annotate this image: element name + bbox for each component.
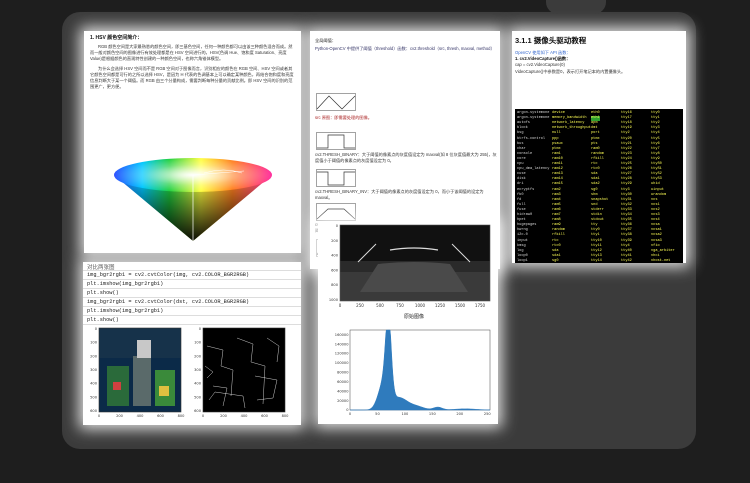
axis-tick-label: 500 — [376, 303, 384, 308]
axis-tick-label: 600 — [331, 268, 339, 272]
axis-tick-label: 150 — [429, 412, 437, 416]
code-line: plt.imshow(img_bgr2rgb1) — [83, 307, 301, 316]
axis-tick-label: 0 — [336, 224, 339, 228]
axis-tick-label: 250 — [356, 303, 364, 308]
doc-note: cv2.THRESH_BINARY_INV：大于阈值的像素点的灰度值设定为 0，… — [315, 189, 484, 201]
hsv-cone-image — [114, 158, 272, 241]
threshold-graph — [316, 169, 356, 187]
paragraph: RGB 颜色空间是大家最熟悉的颜色空间，即三基色空间，任何一种颜色都可以由该三种… — [90, 44, 293, 62]
axis-tick-label: 200 — [194, 354, 202, 358]
axis-tick-label: 600 — [194, 409, 202, 413]
doc-page-camera[interactable]: 3.1.1 摄像头驱动教程 OpenCV 使用如下 API 函数： 1. cv2… — [512, 31, 686, 263]
code-line: plt.show() — [83, 289, 301, 298]
threshold-graph — [316, 93, 356, 111]
doc-note: cv2.THRESH_BINARY：大于阈值的像素点的灰度值设定为 maxval… — [315, 152, 497, 164]
axis-tick-label: 300 — [90, 368, 98, 372]
terminal-cell: tty14 — [591, 258, 602, 263]
code-cells: img_bgr2rgb1 = cv2.cvtColor(img, cv2.COL… — [83, 270, 301, 325]
terminal-screenshot: argon-systemone device eth0 tty16 tty0 argon-… — [515, 109, 683, 263]
axis-tick-label: 0 — [98, 414, 101, 418]
terminal-cell: sg0 — [552, 258, 559, 263]
code-line: plt.show() — [83, 316, 301, 325]
axis-tick-label: 100 — [90, 341, 98, 345]
axis-tick-label: 400 — [331, 254, 339, 258]
axis-tick-label: 120000 — [335, 352, 349, 356]
axis-tick-label: 200 — [456, 412, 464, 416]
section-heading: 1. HSV 颜色空间简介： — [90, 35, 143, 41]
paragraph: 为什么会选择 HSV 空间而不是 RGB 空间对于图像而言，识别相应的颜色在 R… — [90, 65, 294, 90]
axis-tick-label: 0 — [349, 412, 352, 416]
plot-color-image: 0 200 400 600 800 0 100 200 300 400 500 600 — [90, 327, 186, 418]
terminal-row: loop1 sg0 tty14 tty42 vhost-net — [515, 259, 683, 263]
axis-tick-label: 140000 — [335, 342, 349, 346]
axis-tick-label: 0 — [339, 303, 342, 308]
doc-page-code[interactable]: 对比两张图 img_bgr2rgb1 = cv2.cvtColor(img, c… — [83, 262, 301, 425]
doc-text: Python-OpenCV 中提供了阈值（threshold）函数：cv2.th… — [315, 46, 495, 52]
axis-tick-label: 40000 — [337, 389, 349, 393]
axis-tick-label: 1000 — [415, 303, 426, 308]
axis-tick-label: 400 — [194, 382, 202, 386]
axis-tick-label: 600 — [157, 414, 165, 418]
threshold-graph — [316, 132, 356, 150]
axis-tick-label: 200 — [331, 239, 339, 243]
axis-tick-label: 20000 — [337, 399, 349, 403]
doc-page-hsv[interactable]: 1. HSV 颜色空间简介： RGB 颜色空间是大家最熟悉的颜色空间，即三基色空… — [84, 31, 301, 253]
axis-tick-label: 1500 — [455, 303, 466, 308]
axis-tick-label: 100000 — [335, 361, 349, 365]
code-line: img_bgr2rgb1 = cv2.cvtColor(dst, cv2.COL… — [83, 298, 301, 307]
axis-tick-label: 1000 — [329, 298, 339, 302]
image-caption: 原始图像 — [404, 313, 424, 320]
terminal-cell: vhost-net — [651, 258, 671, 263]
axis-tick-label: 50 — [375, 412, 380, 416]
axis-tick-label: 400 — [241, 414, 249, 418]
code-line: plt.imshow(img_bgr2rgb1) — [83, 280, 301, 289]
doc-page-histogram[interactable]: 0 250 500 750 1000 1250 1500 1750 0 200 400 600 800… — [318, 222, 498, 424]
terminal-cell: tty42 — [621, 258, 632, 263]
axis-tick-label: 60000 — [337, 380, 349, 384]
plot-edges-image: 0 200 400 600 800 0 100 200 300 400 500 600 — [194, 327, 290, 418]
histogram-chart: 0 20000 40000 60000 80000 100000 120000 140000 1… — [335, 329, 492, 416]
axis-tick-label: 1750 — [475, 303, 486, 308]
axis-tick-label: 0 — [199, 327, 202, 331]
doc-text: src 原图：即需要处理的图像。 — [315, 115, 372, 120]
doc-text: VideoCapture()中参数是0，表示打开笔记本的内置摄像头。 — [515, 68, 626, 74]
camera-frame-image: 0 250 500 750 1000 1250 1500 1750 0 200 400 600 800… — [329, 224, 491, 320]
axis-tick-label: 800 — [282, 414, 290, 418]
axis-tick-label: 200 — [90, 354, 98, 358]
axis-tick-label: 80000 — [337, 371, 349, 375]
axis-tick-label: 250 — [484, 412, 492, 416]
frame-tab — [546, 0, 606, 14]
axis-tick-label: 0 — [95, 327, 98, 331]
axis-tick-label: 200 — [116, 414, 124, 418]
axis-tick-label: 0 — [202, 414, 205, 418]
terminal-cell: loop1 — [517, 258, 528, 263]
axis-tick-label: 500 — [194, 395, 202, 399]
axis-tick-label: 600 — [261, 414, 269, 418]
axis-tick-label: 160000 — [335, 333, 349, 337]
axis-tick-label: 100 — [401, 412, 409, 416]
axis-tick-label: 500 — [90, 395, 98, 399]
axis-tick-label: 800 — [178, 414, 186, 418]
axis-tick-label: 600 — [90, 409, 98, 413]
axis-tick-label: 750 — [396, 303, 404, 308]
code-line: img_bgr2rgb1 = cv2.cvtColor(img, cv2.COL… — [83, 270, 301, 280]
axis-tick-label: 400 — [90, 382, 98, 386]
axis-tick-label: 300 — [194, 368, 202, 372]
axis-tick-label: 800 — [331, 283, 339, 287]
axis-tick-label: 200 — [220, 414, 228, 418]
doc-title: 全局阈值： — [315, 38, 336, 43]
axis-tick-label: 400 — [137, 414, 145, 418]
doc-title: 3.1.1 摄像头驱动教程 — [515, 36, 587, 45]
axis-tick-label: 100 — [194, 341, 202, 345]
axis-tick-label: 1250 — [435, 303, 446, 308]
threshold-graph — [316, 203, 356, 221]
